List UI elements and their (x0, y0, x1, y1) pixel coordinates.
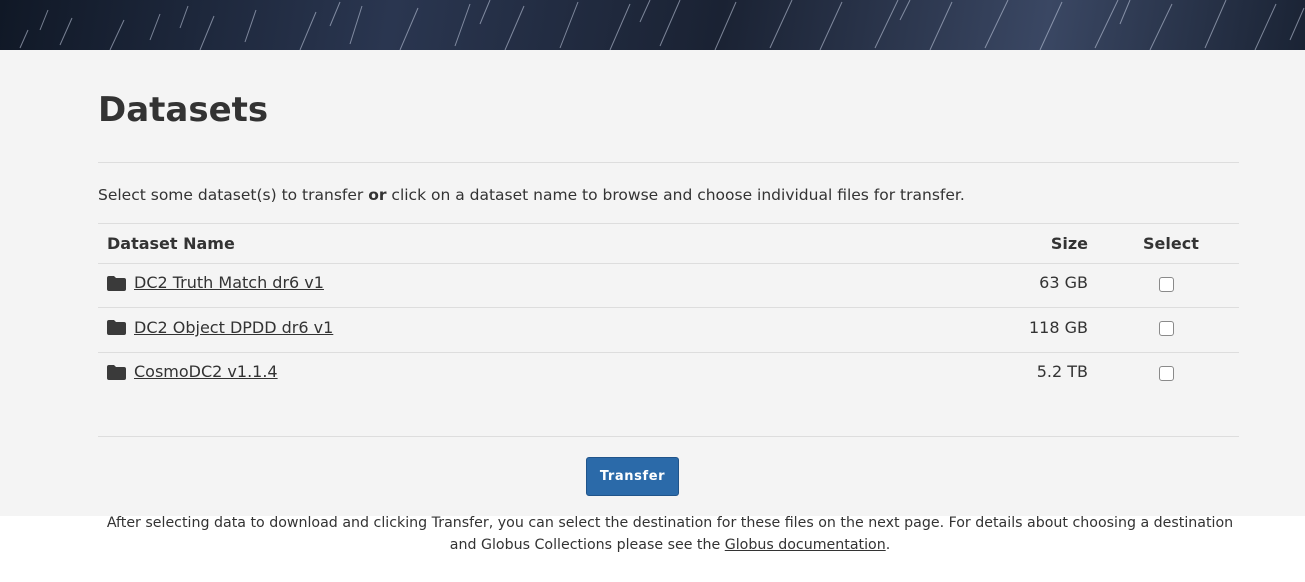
page-title: Datasets (98, 90, 269, 130)
dataset-size: 5.2 TB (1036, 362, 1088, 381)
column-header-select: Select (1143, 234, 1199, 253)
divider (98, 436, 1239, 437)
dataset-size: 63 GB (1039, 273, 1088, 292)
dataset-select-checkbox[interactable] (1159, 366, 1174, 381)
column-header-dataset-name: Dataset Name (107, 234, 235, 253)
dataset-link[interactable]: DC2 Object DPDD dr6 v1 (134, 318, 333, 338)
folder-icon (107, 276, 126, 291)
dataset-size: 118 GB (1029, 318, 1088, 337)
table-top-border (98, 223, 1239, 224)
divider (98, 162, 1239, 163)
transfer-button[interactable]: Transfer (586, 457, 679, 496)
dataset-select-checkbox[interactable] (1159, 321, 1174, 336)
dataset-link[interactable]: CosmoDC2 v1.1.4 (134, 362, 278, 382)
globus-documentation-link[interactable]: Globus documentation (725, 537, 886, 553)
table-header-border (98, 263, 1239, 264)
header-banner (0, 0, 1305, 50)
footer-note: After selecting data to download and cli… (106, 515, 1234, 553)
column-header-size: Size (1050, 234, 1088, 253)
folder-icon (107, 320, 126, 335)
dataset-select-checkbox[interactable] (1159, 277, 1174, 292)
instructions-text: Select some dataset(s) to transfer or cl… (98, 186, 965, 204)
row-divider (98, 352, 1239, 353)
folder-icon (107, 365, 126, 380)
row-divider (98, 307, 1239, 308)
dataset-link[interactable]: DC2 Truth Match dr6 v1 (134, 273, 324, 293)
star-trails-image (19, 0, 1305, 50)
